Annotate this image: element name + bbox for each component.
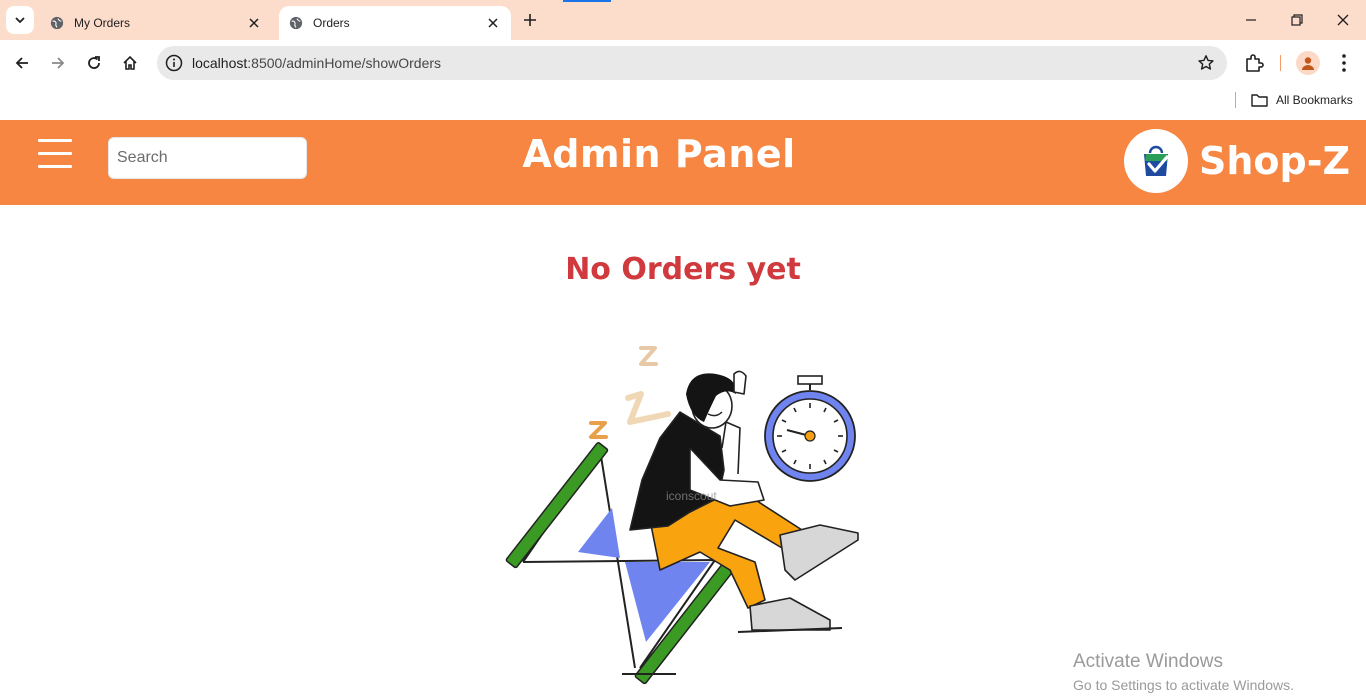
- empty-orders-message: No Orders yet: [565, 252, 801, 287]
- arrow-left-icon: [15, 57, 28, 69]
- forward-button[interactable]: [46, 51, 70, 75]
- reload-button[interactable]: [82, 51, 106, 75]
- close-icon[interactable]: [485, 15, 501, 31]
- sleeping-person-hourglass-illustration: iconscout: [505, 346, 859, 685]
- activate-windows-title: Activate Windows: [1073, 651, 1223, 672]
- back-button[interactable]: [10, 51, 34, 75]
- restore-icon: [1291, 14, 1303, 26]
- profile-avatar-button[interactable]: [1296, 51, 1320, 75]
- activate-windows-watermark: Activate Windows Go to Settings to activ…: [1073, 650, 1294, 696]
- brand[interactable]: Shop-Z: [1124, 129, 1350, 193]
- extensions-puzzle-icon[interactable]: [1243, 52, 1265, 74]
- tab-loading-indicator: [563, 0, 611, 2]
- tab-my-orders[interactable]: My Orders: [40, 6, 272, 40]
- all-bookmarks-button[interactable]: All Bookmarks: [1251, 90, 1353, 110]
- home-icon: [123, 55, 137, 70]
- address-bar[interactable]: localhost:8500/adminHome/showOrders: [157, 46, 1227, 80]
- url-host: localhost: [192, 55, 248, 71]
- plus-icon: [524, 14, 536, 26]
- url-text: localhost:8500/adminHome/showOrders: [192, 55, 441, 71]
- hamburger-menu-icon[interactable]: [38, 139, 72, 169]
- brand-name: Shop-Z: [1199, 139, 1351, 183]
- page-title-text: Admin Panel: [522, 132, 796, 176]
- activate-windows-subtitle: Go to Settings to activate Windows.: [1073, 677, 1294, 693]
- close-icon: [1337, 14, 1349, 26]
- close-window-button[interactable]: [1331, 8, 1355, 32]
- tab-orders[interactable]: Orders: [279, 6, 511, 40]
- arrow-right-icon: [52, 57, 65, 69]
- tab-search-button[interactable]: [6, 6, 34, 34]
- globe-icon: [289, 16, 303, 30]
- tab-title: Orders: [313, 16, 350, 30]
- close-icon[interactable]: [246, 15, 262, 31]
- new-tab-button[interactable]: [520, 10, 540, 30]
- bookmarks-bar: All Bookmarks: [0, 86, 1366, 120]
- minimize-button[interactable]: [1239, 8, 1263, 32]
- home-button[interactable]: [118, 51, 142, 75]
- browser-toolbar: localhost:8500/adminHome/showOrders: [0, 40, 1366, 86]
- tab-title: My Orders: [74, 16, 131, 30]
- restore-button[interactable]: [1285, 8, 1309, 32]
- bookmarks-divider: [1235, 92, 1236, 108]
- chevron-down-icon: [15, 17, 25, 24]
- browser-tab-strip: My Orders Orders: [0, 0, 1366, 40]
- minimize-icon: [1246, 19, 1256, 21]
- person-icon: [1302, 57, 1314, 70]
- shopping-bag-logo-icon: [1124, 129, 1188, 193]
- more-vertical-icon[interactable]: [1334, 52, 1354, 74]
- site-info-icon[interactable]: [165, 54, 183, 72]
- admin-header: Admin Panel Shop-Z: [0, 120, 1366, 205]
- globe-icon: [50, 16, 64, 30]
- toolbar-divider: [1280, 55, 1281, 71]
- all-bookmarks-label: All Bookmarks: [1276, 93, 1353, 107]
- illustration-watermark: iconscout: [666, 489, 717, 503]
- bookmark-star-icon[interactable]: [1197, 54, 1215, 72]
- reload-icon: [88, 56, 100, 69]
- folder-icon: [1251, 94, 1268, 107]
- url-path: :8500/adminHome/showOrders: [247, 55, 442, 71]
- search-input[interactable]: [108, 137, 307, 179]
